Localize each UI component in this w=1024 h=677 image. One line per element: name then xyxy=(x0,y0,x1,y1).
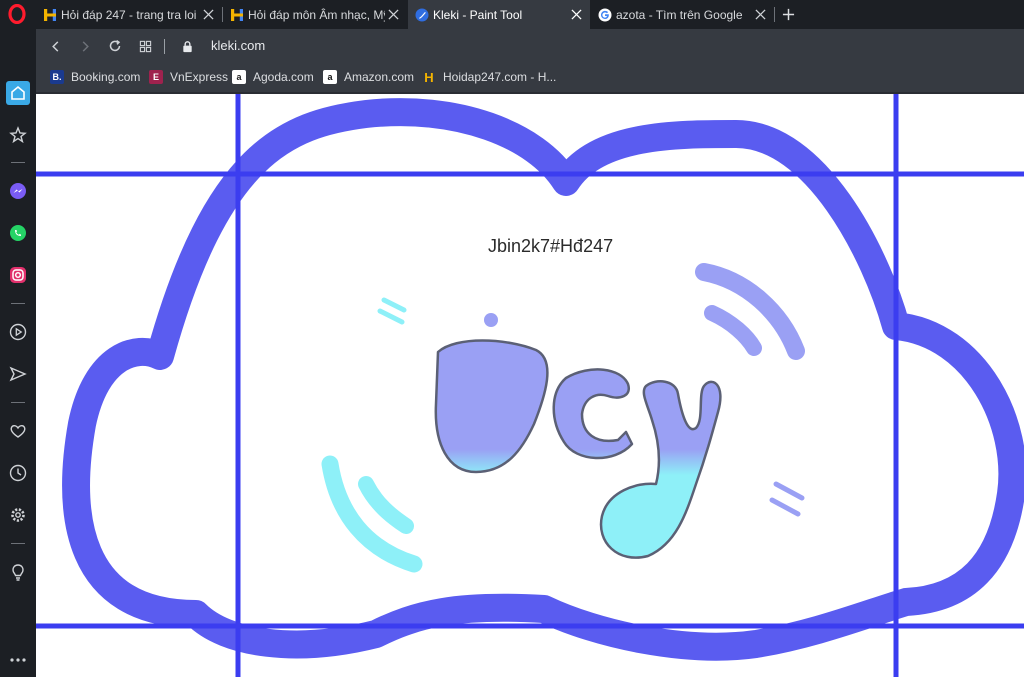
send-icon[interactable] xyxy=(6,362,30,386)
booking-icon: B. xyxy=(50,70,64,84)
bookmarks-bar: B. Booking.com E VnExpress a Agoda.com a… xyxy=(36,63,1024,94)
bookmark-booking[interactable]: B. Booking.com xyxy=(50,69,140,85)
chevron-left-icon xyxy=(51,40,58,52)
history-icon[interactable] xyxy=(6,461,30,485)
google-g-icon xyxy=(598,8,612,22)
lightbulb-icon[interactable] xyxy=(6,560,30,584)
plus-icon xyxy=(782,8,794,20)
grid-icon xyxy=(139,40,151,52)
bookmark-vnexpress[interactable]: E VnExpress xyxy=(149,69,228,85)
tab-hoidap-247[interactable]: Hỏi đáp 247 - trang tra loi xyxy=(36,0,222,29)
bookmark-label: Booking.com xyxy=(71,70,141,84)
chevron-right-icon xyxy=(82,40,89,52)
address-bar-url[interactable]: kleki.com xyxy=(211,38,265,53)
reload-button[interactable] xyxy=(106,37,124,55)
speed-dial-button[interactable] xyxy=(136,37,154,55)
tab-divider xyxy=(774,7,775,22)
player-icon[interactable] xyxy=(6,320,30,344)
canvas-artwork xyxy=(36,94,1024,677)
hoidap-h-icon xyxy=(43,8,57,22)
opera-logo-icon[interactable] xyxy=(7,3,27,25)
tab-title: Kleki - Paint Tool xyxy=(433,7,523,22)
agoda-icon: a xyxy=(232,70,246,84)
url-divider xyxy=(164,39,165,54)
tab-hoidap-am-nhac[interactable]: Hỏi đáp môn Âm nhạc, Mỹ xyxy=(223,0,407,29)
sidebar-divider xyxy=(11,402,25,403)
tab-title: Hỏi đáp 247 - trang tra loi xyxy=(61,7,197,22)
instagram-icon[interactable] xyxy=(6,263,30,287)
tab-title: Hỏi đáp môn Âm nhạc, Mỹ xyxy=(248,7,385,22)
accent-dash xyxy=(773,481,805,501)
tab-kleki-paint-tool[interactable]: Kleki - Paint Tool xyxy=(408,0,590,29)
opera-sidebar xyxy=(0,0,36,677)
tab-strip: Hỏi đáp 247 - trang tra loi Hỏi đáp môn … xyxy=(36,0,1024,29)
new-tab-button[interactable] xyxy=(779,5,797,23)
tab-title: azota - Tìm trên Google xyxy=(616,7,743,22)
hoidap-h-icon xyxy=(230,8,244,22)
close-tab-icon[interactable] xyxy=(200,7,216,23)
bookmark-hoidap247[interactable]: H Hoidap247.com - H... xyxy=(422,69,556,85)
more-icon[interactable] xyxy=(6,648,30,672)
accent-stroke xyxy=(704,305,762,356)
heart-icon[interactable] xyxy=(6,419,30,443)
kleki-drawing-canvas[interactable]: Jbin2k7#Hđ247 xyxy=(36,94,1024,677)
accent-dash xyxy=(769,497,801,517)
reload-icon xyxy=(109,39,121,52)
accent-dash xyxy=(381,297,407,313)
close-tab-icon[interactable] xyxy=(752,7,768,23)
address-toolbar: kleki.com xyxy=(36,29,1024,63)
bookmark-label: Agoda.com xyxy=(253,70,314,84)
accent-stroke xyxy=(358,476,414,534)
bookmark-label: Hoidap247.com - H... xyxy=(443,70,557,84)
bookmark-agoda[interactable]: a Agoda.com xyxy=(232,69,314,85)
home-icon[interactable] xyxy=(6,81,30,105)
settings-icon[interactable] xyxy=(6,503,30,527)
messenger-icon[interactable] xyxy=(6,179,30,203)
accent-dash xyxy=(377,308,405,325)
bookmark-label: Amazon.com xyxy=(344,70,415,84)
letter-dot xyxy=(484,313,498,327)
canvas-watermark-text: Jbin2k7#Hđ247 xyxy=(488,236,614,256)
back-button[interactable] xyxy=(46,37,64,55)
sidebar-divider xyxy=(11,162,25,163)
kleki-icon xyxy=(415,8,429,22)
sidebar-divider xyxy=(11,543,25,544)
bookmark-label: VnExpress xyxy=(170,70,229,84)
star-icon[interactable] xyxy=(6,123,30,147)
secure-lock-icon[interactable] xyxy=(178,37,196,55)
close-tab-icon[interactable] xyxy=(385,7,401,23)
vnexpress-icon: E xyxy=(149,70,163,84)
whatsapp-icon[interactable] xyxy=(6,221,30,245)
forward-button[interactable] xyxy=(76,37,94,55)
lettering-shape xyxy=(434,339,722,559)
close-tab-icon[interactable] xyxy=(568,7,584,23)
sidebar-divider xyxy=(11,303,25,304)
hoidap-h-icon: H xyxy=(424,69,434,85)
amazon-icon: a xyxy=(323,70,337,84)
bookmark-amazon[interactable]: a Amazon.com xyxy=(323,69,414,85)
tab-azota-google[interactable]: azota - Tìm trên Google xyxy=(591,0,774,29)
